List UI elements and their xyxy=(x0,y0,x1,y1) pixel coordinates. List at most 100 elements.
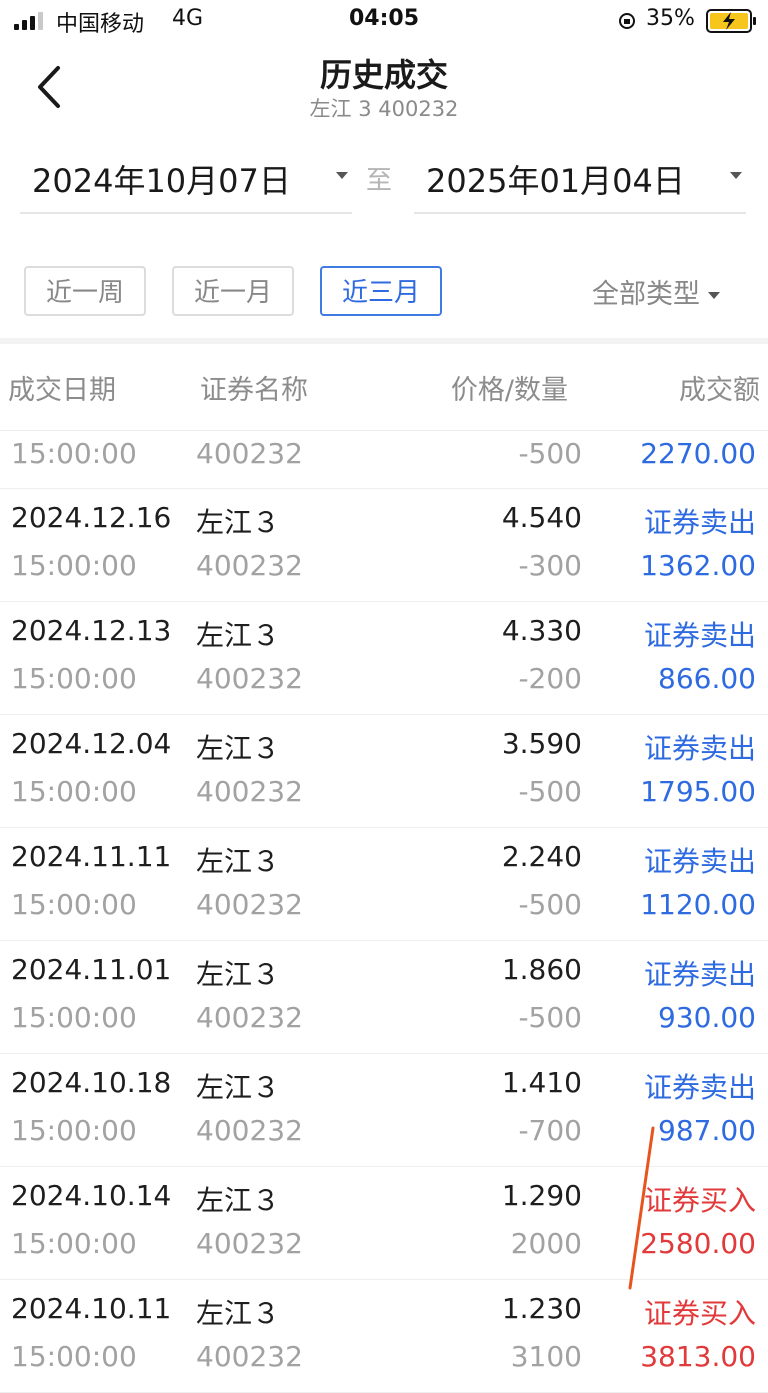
security-code: 400232 xyxy=(196,888,303,921)
trade-time: 15:00:00 xyxy=(11,1340,137,1373)
table-row[interactable]: 2024.10.11 15:00:00 左江３ 400232 1.230 3100 证券买入… xyxy=(0,1280,768,1393)
trade-amount: 987.00 xyxy=(658,1114,756,1147)
table-row[interactable]: 15:00:00 400232 -500 2270.00 xyxy=(0,431,768,489)
trade-price: 3.590 xyxy=(501,727,582,760)
trade-amount: 930.00 xyxy=(658,1001,756,1034)
trade-date: 2024.11.01 xyxy=(11,953,172,986)
trade-type: 证券买入 xyxy=(643,1184,756,1217)
trade-type: 证券卖出 xyxy=(643,1071,756,1104)
trade-date: 2024.12.16 xyxy=(11,501,172,534)
trade-type: 证券卖出 xyxy=(643,619,756,652)
trade-price: 2.240 xyxy=(501,840,582,873)
security-name: 左江３ xyxy=(196,1071,281,1104)
status-bar: 中国移动 4G 04:05 35% xyxy=(0,0,768,44)
trade-quantity: -500 xyxy=(518,1001,582,1034)
security-code: 400232 xyxy=(196,1001,303,1034)
security-name: 左江３ xyxy=(196,619,281,652)
trade-type: 证券买入 xyxy=(643,1297,756,1330)
security-name: 左江３ xyxy=(196,958,281,991)
range-separator: 至 xyxy=(366,166,393,196)
filter-chip-three-months[interactable]: 近三月 xyxy=(320,266,442,316)
trade-date: 2024.10.11 xyxy=(11,1292,172,1325)
column-header-name: 证券名称 xyxy=(200,375,308,406)
column-header-price-quantity: 价格/数量 xyxy=(450,375,568,406)
trade-time: 15:00:00 xyxy=(11,775,137,808)
trade-price: 1.860 xyxy=(501,953,582,986)
trade-time: 15:00:00 xyxy=(11,662,137,695)
trade-date: 2024.12.04 xyxy=(11,727,172,760)
start-date-picker[interactable]: 2024年10月07日 xyxy=(20,150,352,214)
chevron-down-icon xyxy=(708,292,720,299)
column-header-date: 成交日期 xyxy=(8,375,116,406)
trade-amount: 3813.00 xyxy=(640,1340,756,1373)
trade-list[interactable]: 15:00:00 400232 -500 2270.00 2024.12.16 1… xyxy=(0,431,768,1393)
trade-type: 证券卖出 xyxy=(643,845,756,878)
trade-quantity: -700 xyxy=(518,1114,582,1147)
section-divider xyxy=(0,338,768,344)
trade-price: 1.410 xyxy=(501,1066,582,1099)
end-date-picker[interactable]: 2025年01月04日 xyxy=(414,150,746,214)
orientation-lock-icon xyxy=(619,13,635,29)
trade-quantity: 2000 xyxy=(510,1227,582,1260)
table-row[interactable]: 2024.10.14 15:00:00 左江３ 400232 1.290 2000 证券买入… xyxy=(0,1167,768,1280)
security-code: 400232 xyxy=(196,775,303,808)
trade-quantity: -300 xyxy=(518,549,582,582)
end-date-text: 2025年01月04日 xyxy=(426,162,685,200)
trade-quantity: -200 xyxy=(518,662,582,695)
start-date-text: 2024年10月07日 xyxy=(32,162,291,200)
trade-quantity: -500 xyxy=(518,775,582,808)
table-row[interactable]: 2024.12.16 15:00:00 左江３ 400232 4.540 -300 证券卖出… xyxy=(0,489,768,602)
type-filter-label: 全部类型 xyxy=(592,279,700,310)
trade-amount: 1362.00 xyxy=(640,549,756,582)
filter-chip-week[interactable]: 近一周 xyxy=(24,266,146,316)
trade-time: 15:00:00 xyxy=(11,1114,137,1147)
trade-price: 1.230 xyxy=(501,1292,582,1325)
page-subtitle: 左江 3 400232 xyxy=(309,97,459,121)
trade-date: 2024.12.13 xyxy=(11,614,172,647)
security-name: 左江３ xyxy=(196,1297,281,1330)
trade-quantity: -500 xyxy=(518,888,582,921)
trade-time: 15:00:00 xyxy=(11,1001,137,1034)
security-code: 400232 xyxy=(196,437,303,470)
trade-type: 证券卖出 xyxy=(643,732,756,765)
battery-percent: 35% xyxy=(646,6,695,31)
table-row[interactable]: 2024.10.18 15:00:00 左江３ 400232 1.410 -700 证券卖出… xyxy=(0,1054,768,1167)
trade-time: 15:00:00 xyxy=(11,437,137,470)
trade-time: 15:00:00 xyxy=(11,549,137,582)
battery-charging-icon xyxy=(706,9,756,33)
security-code: 400232 xyxy=(196,1227,303,1260)
table-row[interactable]: 2024.11.11 15:00:00 左江３ 400232 2.240 -500 证券卖出… xyxy=(0,828,768,941)
trade-amount: 2270.00 xyxy=(640,437,756,470)
trade-amount: 1120.00 xyxy=(640,888,756,921)
trade-price: 1.290 xyxy=(501,1179,582,1212)
trade-type: 证券卖出 xyxy=(643,958,756,991)
trade-time: 15:00:00 xyxy=(11,888,137,921)
filter-chip-month[interactable]: 近一月 xyxy=(172,266,294,316)
trade-amount: 2580.00 xyxy=(640,1227,756,1260)
chevron-down-icon xyxy=(336,172,348,179)
table-row[interactable]: 2024.12.04 15:00:00 左江３ 400232 3.590 -500 证券卖出… xyxy=(0,715,768,828)
security-code: 400232 xyxy=(196,662,303,695)
trade-date: 2024.11.11 xyxy=(11,840,172,873)
page-title: 历史成交 xyxy=(319,56,448,94)
trade-quantity: 3100 xyxy=(510,1340,582,1373)
security-name: 左江３ xyxy=(196,1184,281,1217)
security-code: 400232 xyxy=(196,1114,303,1147)
column-header-amount: 成交额 xyxy=(679,375,760,406)
trade-price: 4.540 xyxy=(501,501,582,534)
trade-amount: 1795.00 xyxy=(640,775,756,808)
security-name: 左江３ xyxy=(196,732,281,765)
security-name: 左江３ xyxy=(196,845,281,878)
table-row[interactable]: 2024.12.13 15:00:00 左江３ 400232 4.330 -200 证券卖出… xyxy=(0,602,768,715)
security-code: 400232 xyxy=(196,1340,303,1373)
table-row[interactable]: 2024.11.01 15:00:00 左江３ 400232 1.860 -500 证券卖出… xyxy=(0,941,768,1054)
trade-date: 2024.10.18 xyxy=(11,1066,172,1099)
trade-quantity: -500 xyxy=(518,437,582,470)
security-code: 400232 xyxy=(196,549,303,582)
chevron-down-icon xyxy=(730,172,742,179)
type-filter-dropdown[interactable]: 全部类型 xyxy=(592,272,720,311)
trade-date: 2024.10.14 xyxy=(11,1179,172,1212)
trade-time: 15:00:00 xyxy=(11,1227,137,1260)
trade-amount: 866.00 xyxy=(658,662,756,695)
trade-type: 证券卖出 xyxy=(643,506,756,539)
